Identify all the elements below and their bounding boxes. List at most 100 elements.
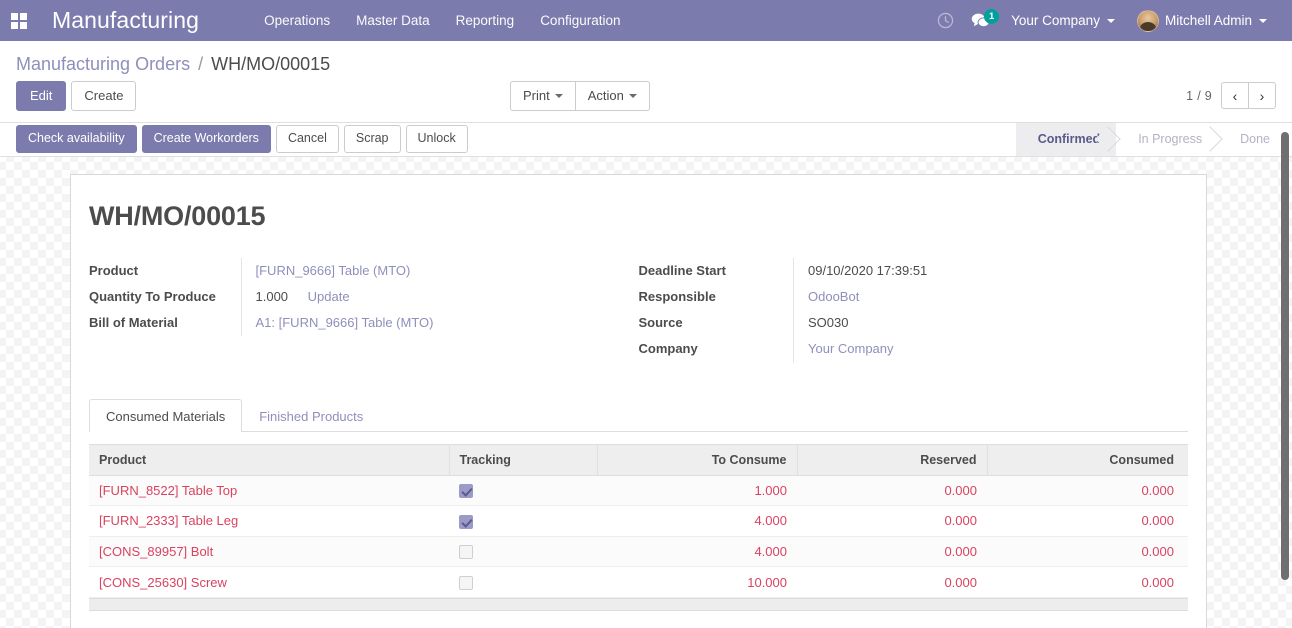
form-sheet: WH/MO/00015 Product [FURN_9666] Table (M… — [70, 174, 1207, 628]
column-header-tracking[interactable]: Tracking — [449, 443, 598, 476]
tab-consumed-materials[interactable]: Consumed Materials — [89, 398, 243, 432]
cell-consumed: 0.000 — [987, 505, 1188, 537]
statusbar-row: Check availability Create Workorders Can… — [0, 122, 1292, 157]
cell-reserved: 0.000 — [797, 505, 987, 537]
cell-consumed: 0.000 — [987, 536, 1188, 568]
consumed-materials-list: Product Tracking To Consume Reserved Con… — [89, 443, 1188, 611]
column-header-consumed[interactable]: Consumed — [987, 443, 1188, 476]
column-header-to-consume[interactable]: To Consume — [597, 443, 798, 476]
notebook-tabs: Consumed Materials Finished Products — [89, 398, 1188, 432]
field-label-source: Source — [638, 315, 683, 331]
chevron-right-icon[interactable]: › — [1248, 82, 1276, 110]
activities-button[interactable] — [928, 6, 963, 35]
cell-to-consume: 4.000 — [597, 536, 797, 568]
table-row[interactable]: [CONS_25630] Screw 10.000 0.000 0.000 — [89, 566, 1188, 598]
tracking-checkbox[interactable] — [459, 545, 473, 560]
chevron-left-icon[interactable]: ‹ — [1221, 82, 1249, 110]
field-row-bom: Bill of Material A1: [FURN_9666] Table (… — [89, 310, 599, 337]
column-header-product[interactable]: Product — [89, 443, 450, 476]
cell-tracking — [449, 475, 597, 507]
field-row-source: Source SO030 — [638, 310, 1172, 337]
field-value-responsible: OdooBot — [793, 284, 1172, 311]
product-link[interactable]: [CONS_25630] Screw — [99, 575, 227, 590]
menu-item-operations[interactable]: Operations — [251, 3, 343, 38]
form-groups: Product [FURN_9666] Table (MTO) Quantity… — [89, 258, 1188, 363]
cell-product: [FURN_2333] Table Leg — [89, 505, 449, 537]
responsible-link[interactable]: OdooBot — [808, 289, 859, 304]
cell-reserved: 0.000 — [797, 536, 987, 568]
clock-icon — [937, 12, 954, 29]
print-dropdown-button[interactable]: Print — [510, 80, 576, 111]
check-availability-button[interactable]: Check availability — [16, 125, 137, 153]
quantity-value: 1.000 — [255, 289, 289, 305]
notebook: Consumed Materials Finished Products Pro… — [89, 398, 1188, 611]
table-row[interactable]: [FURN_8522] Table Top 1.000 0.000 0.000 — [89, 475, 1188, 507]
field-value-quantity: 1.000 Update — [240, 284, 599, 311]
status-stage-confirmed[interactable]: Confirmed — [1015, 122, 1117, 157]
app-brand-title: Manufacturing — [52, 7, 200, 33]
tab-finished-products[interactable]: Finished Products — [242, 399, 380, 432]
field-value-company: Your Company — [793, 336, 1172, 363]
pager: 1 / 9 ‹ › — [1186, 82, 1276, 110]
company-switcher[interactable]: Your Company — [1000, 4, 1126, 37]
product-link[interactable]: [FURN_9666] Table (MTO) — [256, 263, 411, 278]
table-row[interactable]: [CONS_89957] Bolt 4.000 0.000 0.000 — [89, 536, 1188, 568]
scrap-button[interactable]: Scrap — [343, 125, 401, 153]
action-label: Action — [587, 87, 624, 103]
user-menu[interactable]: Mitchell Admin — [1126, 1, 1278, 41]
cell-consumed: 0.000 — [987, 566, 1188, 598]
apps-menu-button[interactable] — [4, 6, 34, 36]
field-value-bom: A1: [FURN_9666] Table (MTO) — [240, 310, 599, 337]
menu-item-reporting[interactable]: Reporting — [443, 3, 528, 38]
tracking-checkbox[interactable] — [459, 514, 473, 529]
product-link[interactable]: [CONS_89957] Bolt — [99, 544, 213, 559]
create-button[interactable]: Create — [71, 80, 137, 111]
update-quantity-link[interactable]: Update — [308, 289, 350, 304]
vertical-scrollbar[interactable] — [1278, 0, 1292, 628]
field-value-deadline-start: 09/10/2020 17:39:51 — [793, 258, 1172, 285]
apps-grid-icon — [11, 12, 27, 29]
product-link[interactable]: [FURN_8522] Table Top — [99, 483, 237, 498]
unlock-button[interactable]: Unlock — [405, 125, 468, 153]
messages-count-badge: 1 — [984, 9, 1000, 24]
print-action-group: Print Action — [510, 80, 650, 111]
cell-product: [FURN_8522] Table Top — [89, 475, 449, 507]
chevron-down-icon — [1259, 18, 1267, 23]
cell-product: [CONS_25630] Screw — [89, 566, 449, 598]
menu-item-master-data[interactable]: Master Data — [343, 3, 443, 38]
product-link[interactable]: [FURN_2333] Table Leg — [99, 513, 238, 528]
form-group-left: Product [FURN_9666] Table (MTO) Quantity… — [89, 258, 639, 363]
tracking-checkbox[interactable] — [459, 484, 473, 499]
company-link[interactable]: Your Company — [808, 341, 894, 356]
tracking-checkbox[interactable] — [459, 575, 473, 590]
field-label-deadline-start: Deadline Start — [638, 263, 726, 278]
menu-item-configuration[interactable]: Configuration — [527, 3, 633, 38]
navbar-right-tools: 1 Your Company Mitchell Admin — [928, 1, 1278, 41]
company-name-label: Your Company — [1011, 13, 1100, 28]
bom-link[interactable]: A1: [FURN_9666] Table (MTO) — [256, 315, 434, 330]
cell-to-consume: 1.000 — [597, 475, 797, 507]
table-header: Product Tracking To Consume Reserved Con… — [89, 443, 1188, 476]
user-name-label: Mitchell Admin — [1164, 13, 1252, 28]
field-label-product: Product — [89, 263, 139, 278]
status-stage-in-progress[interactable]: In Progress — [1116, 122, 1218, 156]
breadcrumb-parent-link[interactable]: Manufacturing Orders — [16, 54, 190, 74]
breadcrumb: Manufacturing Orders / WH/MO/00015 — [16, 41, 1276, 81]
messages-button[interactable]: 1 — [963, 6, 1000, 35]
form-scroll-area: WH/MO/00015 Product [FURN_9666] Table (M… — [0, 163, 1292, 628]
create-workorders-button[interactable]: Create Workorders — [141, 125, 271, 153]
scrollbar-thumb[interactable] — [1281, 132, 1289, 580]
cancel-button[interactable]: Cancel — [275, 125, 339, 153]
pager-buttons: ‹ › — [1221, 82, 1276, 110]
page-title: WH/MO/00015 — [89, 201, 266, 231]
field-value-product: [FURN_9666] Table (MTO) — [240, 258, 599, 285]
workflow-buttons: Check availability Create Workorders Can… — [16, 125, 468, 153]
column-header-reserved[interactable]: Reserved — [797, 443, 988, 476]
edit-button[interactable]: Edit — [16, 80, 67, 111]
table-row[interactable]: [FURN_2333] Table Leg 4.000 0.000 0.000 — [89, 505, 1188, 537]
cell-consumed: 0.000 — [987, 475, 1188, 507]
cell-product: [CONS_89957] Bolt — [89, 536, 449, 568]
action-dropdown-button[interactable]: Action — [574, 80, 650, 111]
pager-value: 1 / 9 — [1186, 88, 1212, 103]
cell-to-consume: 4.000 — [597, 505, 797, 537]
